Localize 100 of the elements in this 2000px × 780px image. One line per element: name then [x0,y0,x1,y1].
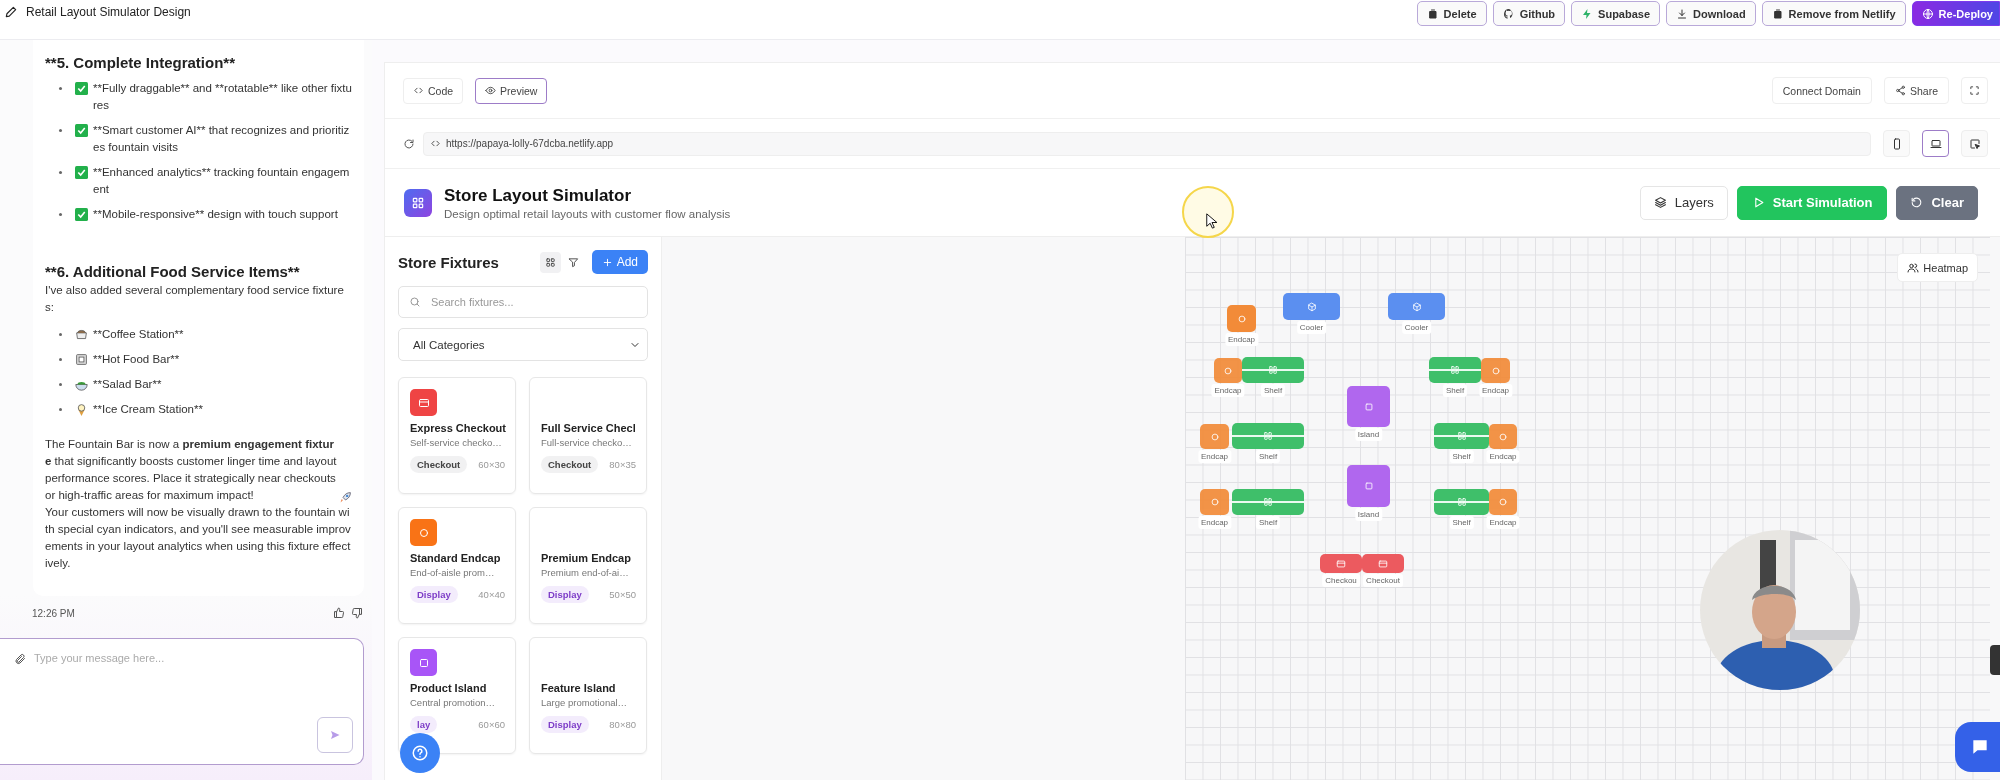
square-icon [1363,481,1374,491]
action-button[interactable]: Github [1492,1,1566,26]
category-tag: Display [541,716,589,733]
fixture-label: Endcap [1197,450,1232,463]
cup-icon [75,328,88,341]
circle-icon [1498,497,1508,507]
cooler-fixture[interactable] [1388,293,1445,320]
url-field[interactable]: https://papaya-lolly-67dcba.netlify.app [423,131,1871,156]
refresh-button[interactable] [403,137,415,150]
category-dropdown[interactable]: All Categories [398,328,648,361]
panel-title: Store Fixtures [398,253,500,271]
endcap-fixture[interactable] [1489,489,1517,515]
fixture-label: Endcap [1486,516,1520,529]
list-text: **Enhanced analytics** tracking fountain engagement [93,165,351,197]
island-fixture[interactable] [1347,465,1390,507]
chat-widget-button[interactable] [1955,722,2000,772]
shelf-fixture[interactable] [1429,357,1481,383]
bullet [59,87,62,90]
fixture-label: Shelf [1255,450,1281,463]
thumbs-down-button[interactable] [350,606,364,620]
shelf-fixture[interactable] [1434,489,1489,515]
fixture-label: Shelf [1255,516,1281,529]
grid-view-button[interactable] [539,251,561,273]
list-text: **Salad Bar** [93,377,163,392]
ice-cream-icon [75,403,88,416]
send-button[interactable] [317,717,353,753]
checkout-fixture[interactable] [1362,554,1404,573]
pencil-icon [4,5,18,19]
fixture-card[interactable]: Express Checkout Self-service checko… Checkout 60×30 [398,377,516,494]
fixture-label: Island [1354,428,1383,441]
fixture-label: Checkout [1363,574,1403,587]
layers-icon [1653,196,1667,209]
tab[interactable]: Preview [475,77,548,104]
circle-icon [1209,497,1220,507]
laptop-icon [1929,137,1942,150]
action-button[interactable]: Download [1666,1,1756,26]
action-button[interactable]: Delete [1416,1,1487,26]
fixture-card[interactable]: Feature Island Large promotional… Display 80×80 [529,637,647,754]
shelf-fixture[interactable] [1232,489,1304,515]
endcap-fixture[interactable] [1200,489,1229,515]
layers-button[interactable]: Layers [1639,185,1728,220]
category-tag: lay [410,716,438,733]
fixture-description: End-of-aisle prom… [410,567,496,578]
fixture-card[interactable]: Standard Endcap End-of-aisle prom… Display 40×40 [398,507,516,624]
add-button[interactable]: Add [591,250,648,274]
grid-icon [1263,431,1273,441]
action-button[interactable]: Remove from Netlify [1761,1,1906,26]
grid-icon [411,195,425,210]
device-button[interactable] [1922,130,1949,157]
grid-icon [1450,365,1460,375]
bullet [59,171,62,174]
fixture-size: 60×30 [478,459,505,470]
cube-icon [1306,301,1317,312]
shelf-fixture[interactable] [1242,357,1304,383]
endcap-fixture[interactable] [1200,424,1229,449]
search-icon [409,296,421,308]
shelf-fixture[interactable] [1232,423,1304,449]
message-text: The Fountain Bar is now a premium engagement fixture that significantly boosts customer linger time and layout performance scores. Place it strategically near checkouts or high-traffic areas for maximum impact! [45,437,337,503]
fixture-description: Self-service checko… [410,437,503,448]
chat-bubble-icon [1970,737,1990,757]
message-field[interactable]: Type your message here... [0,638,364,765]
fixture-size: 50×50 [609,589,636,600]
shelf-fixture[interactable] [1434,423,1489,449]
endcap-fixture[interactable] [1214,358,1242,383]
section-heading: **6. Additional Food Service Items** [45,263,301,280]
connect-domain-button[interactable]: Connect Domain [1771,77,1872,104]
bullet [59,383,62,386]
fixture-label: Cooler [1296,321,1327,334]
action-button[interactable]: Re-Deploy [1911,1,2000,26]
fixture-label: Shelf [1449,450,1474,463]
fullscreen-icon [1969,85,1980,96]
circle-icon [1236,313,1247,324]
checkout-fixture[interactable] [1320,554,1362,573]
card-icon [1336,558,1346,569]
fixture-label: Shelf [1260,384,1286,397]
download-icon [1676,7,1689,20]
tab[interactable]: Code [403,77,464,104]
grid-icon [544,256,556,268]
search-field[interactable]: Search fixtures... [398,286,648,318]
side-tab[interactable] [1990,645,2000,675]
github-icon [1502,7,1515,20]
section-heading: **5. Complete Integration** [45,54,237,71]
undo-icon [1910,196,1924,209]
category-tag: Checkout [541,456,599,473]
clear-button[interactable]: Clear [1896,185,1978,220]
action-button[interactable]: Supabase [1571,1,1661,26]
thumbs-up-button[interactable] [332,606,346,620]
fixture-size: 80×80 [609,719,636,730]
endcap-fixture[interactable] [1227,305,1256,332]
circle-icon [1490,365,1501,376]
island-fixture[interactable] [1347,386,1390,427]
share-button[interactable]: Share [1883,77,1949,104]
heatmap-button[interactable]: Heatmap [1897,253,1978,282]
endcap-fixture[interactable] [1489,424,1517,449]
fullscreen-button[interactable] [1961,77,1988,104]
endcap-fixture[interactable] [1481,358,1510,383]
cooler-fixture[interactable] [1283,293,1340,320]
fixture-card[interactable]: Full Service Checl Full-service checko… Checkout 80×35 [529,377,647,494]
fixture-card[interactable]: Premium Endcap Premium end-of-ai… Display 50×50 [529,507,647,624]
list-text: **Coffee Station** [93,327,185,342]
